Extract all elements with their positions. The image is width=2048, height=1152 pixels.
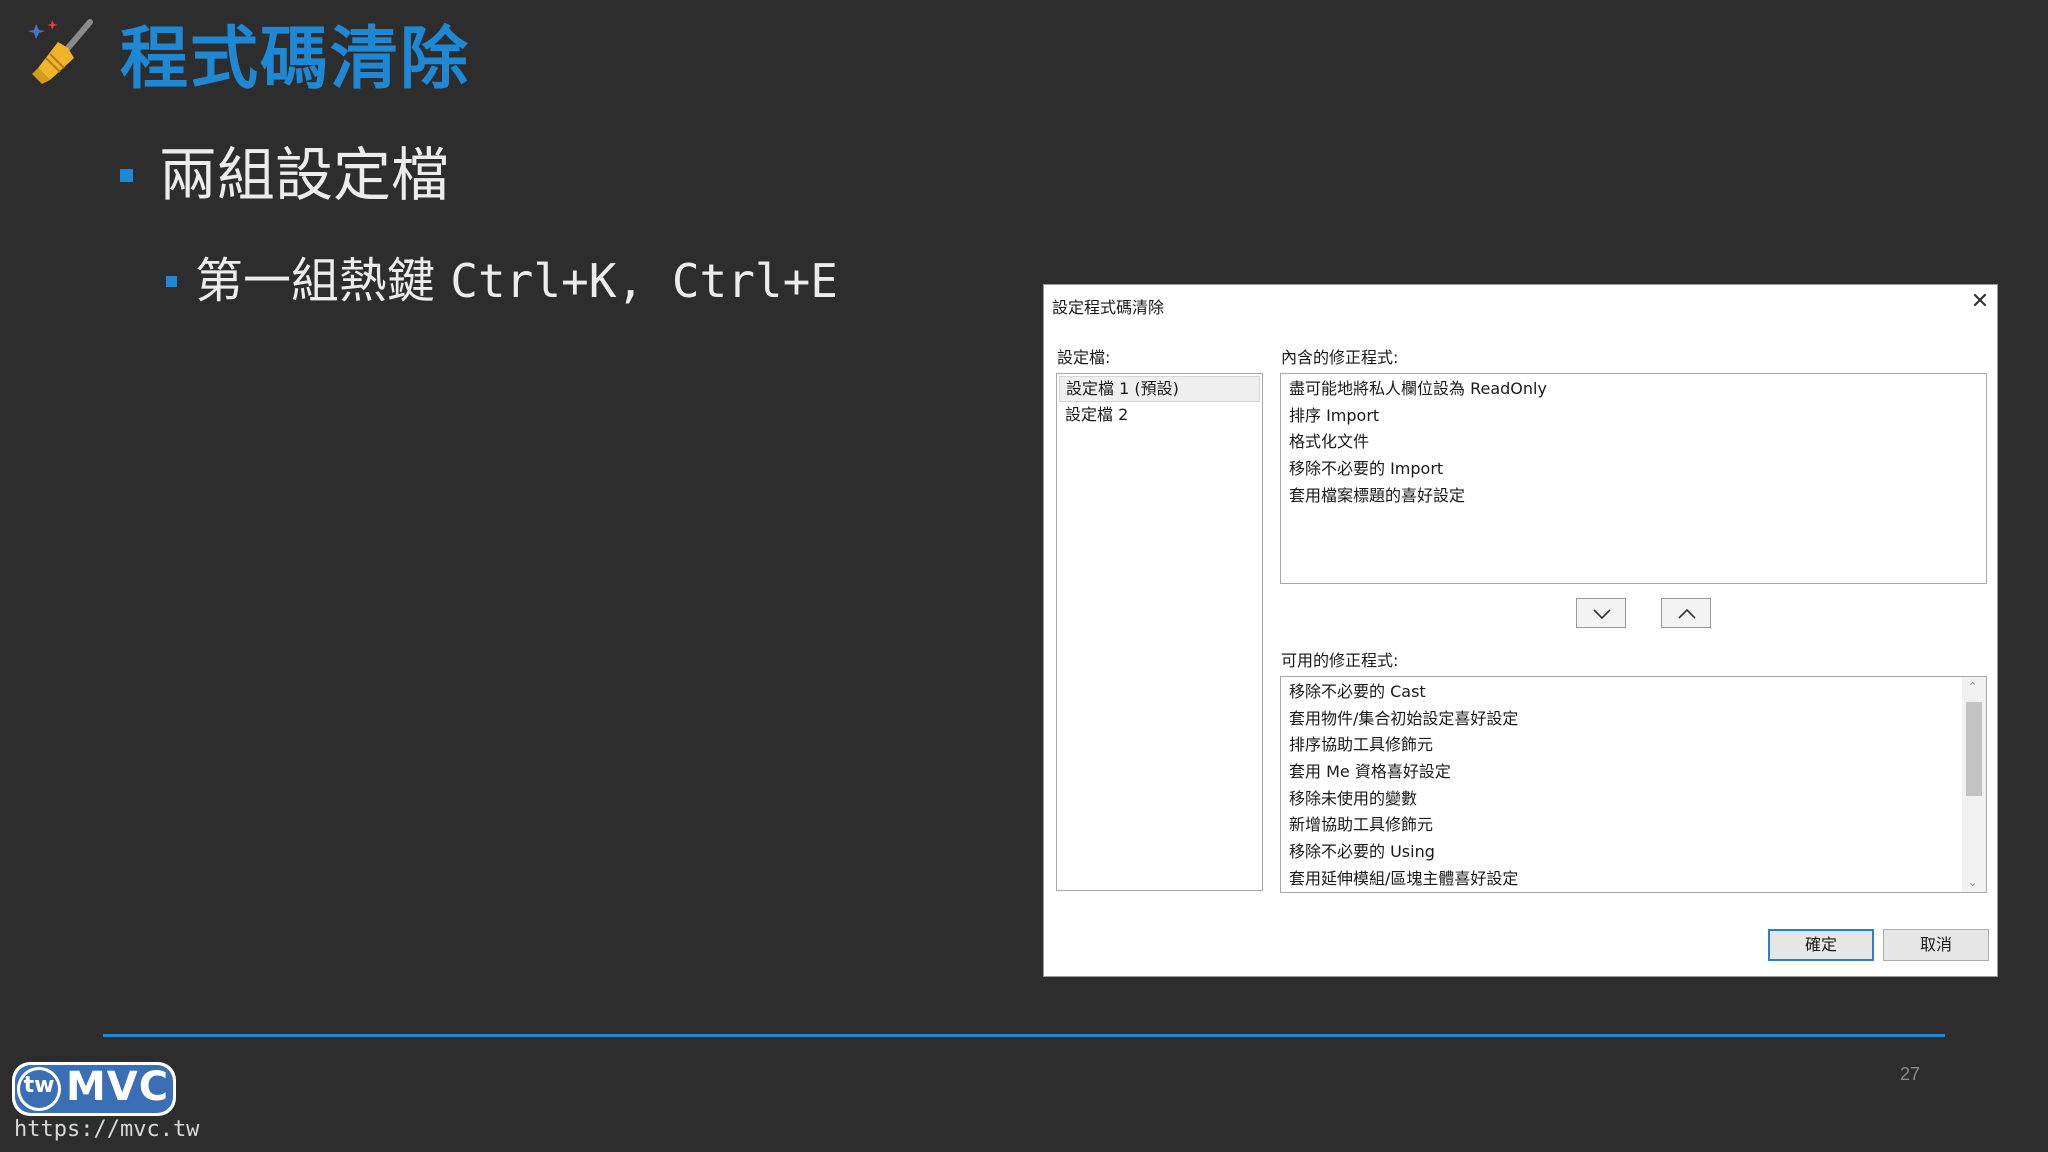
profile-item[interactable]: 設定檔 1 (預設)	[1059, 376, 1260, 402]
bullet-text: 第一組熱鍵 Ctrl+K, Ctrl+E	[195, 250, 838, 312]
scrollbar[interactable]: ⌃ ⌄	[1962, 677, 1986, 892]
available-fixers-list[interactable]: 移除不必要的 Cast 套用物件/集合初始設定喜好設定 排序協助工具修飾元 套用…	[1280, 676, 1987, 893]
dialog-title: 設定程式碼清除	[1052, 298, 1165, 317]
list-item[interactable]: 套用延伸模組/區塊主體喜好設定	[1281, 866, 1986, 892]
profiles-list[interactable]: 設定檔 1 (預設) 設定檔 2	[1056, 373, 1263, 891]
slide-title: 程式碼清除	[120, 20, 471, 99]
bullet-marker	[120, 168, 133, 182]
list-item[interactable]: 套用檔案標題的喜好設定	[1281, 483, 1986, 510]
list-item[interactable]: 排序 Import	[1281, 403, 1986, 430]
list-item[interactable]: 套用 Me 資格喜好設定	[1281, 759, 1986, 786]
list-item[interactable]: 移除未使用的變數	[1281, 786, 1986, 813]
list-item[interactable]: 移除不必要的 Cast	[1281, 679, 1986, 706]
list-item[interactable]: 套用物件/集合初始設定喜好設定	[1281, 706, 1986, 733]
ok-button[interactable]: 確定	[1768, 929, 1874, 961]
included-fixers-label: 內含的修正程式:	[1281, 348, 1399, 367]
logo-badge-text: tw	[23, 1073, 55, 1098]
footer-url[interactable]: https://mvc.tw	[14, 1117, 199, 1142]
broom-icon	[28, 19, 93, 84]
page-number: 27	[1900, 1064, 1921, 1084]
profiles-label: 設定檔:	[1057, 348, 1111, 367]
code-cleanup-dialog: 設定程式碼清除 ✕ 設定檔: 設定檔 1 (預設) 設定檔 2 內含的修正程式:…	[1043, 284, 1998, 977]
scrollbar-thumb[interactable]	[1966, 702, 1982, 796]
list-item[interactable]: 盡可能地將私人欄位設為 ReadOnly	[1281, 376, 1986, 403]
list-item[interactable]: 新增協助工具修飾元	[1281, 812, 1986, 839]
footer-divider	[103, 1034, 1945, 1037]
list-item[interactable]: 格式化文件	[1281, 429, 1986, 456]
list-item[interactable]: 移除不必要的 Import	[1281, 456, 1986, 483]
bullet-marker	[166, 275, 177, 287]
bullet-text: 兩組設定檔	[159, 141, 450, 209]
hotkey-label: 第一組熱鍵	[195, 253, 436, 309]
bullet-level1: 兩組設定檔	[120, 140, 449, 210]
scroll-up-icon[interactable]: ⌃	[1968, 680, 1977, 693]
move-down-button[interactable]	[1576, 598, 1626, 628]
scroll-down-icon[interactable]: ⌄	[1968, 876, 1977, 889]
profile-item[interactable]: 設定檔 2	[1057, 402, 1262, 429]
included-fixers-list[interactable]: 盡可能地將私人欄位設為 ReadOnly 排序 Import 格式化文件 移除不…	[1280, 373, 1987, 584]
list-item[interactable]: 移除不必要的 Using	[1281, 839, 1986, 866]
bullet-level2: 第一組熱鍵 Ctrl+K, Ctrl+E	[166, 250, 838, 312]
chevron-down-icon	[1593, 609, 1611, 620]
cancel-button[interactable]: 取消	[1883, 929, 1989, 961]
list-item[interactable]: 排序協助工具修飾元	[1281, 732, 1986, 759]
chevron-up-icon	[1678, 608, 1696, 619]
hotkey-combo: Ctrl+K, Ctrl+E	[450, 254, 839, 308]
logo-text: MVC	[66, 1064, 170, 1110]
available-fixers-label: 可用的修正程式:	[1281, 651, 1399, 670]
close-icon[interactable]: ✕	[1969, 291, 1991, 313]
move-up-button[interactable]	[1661, 598, 1711, 628]
